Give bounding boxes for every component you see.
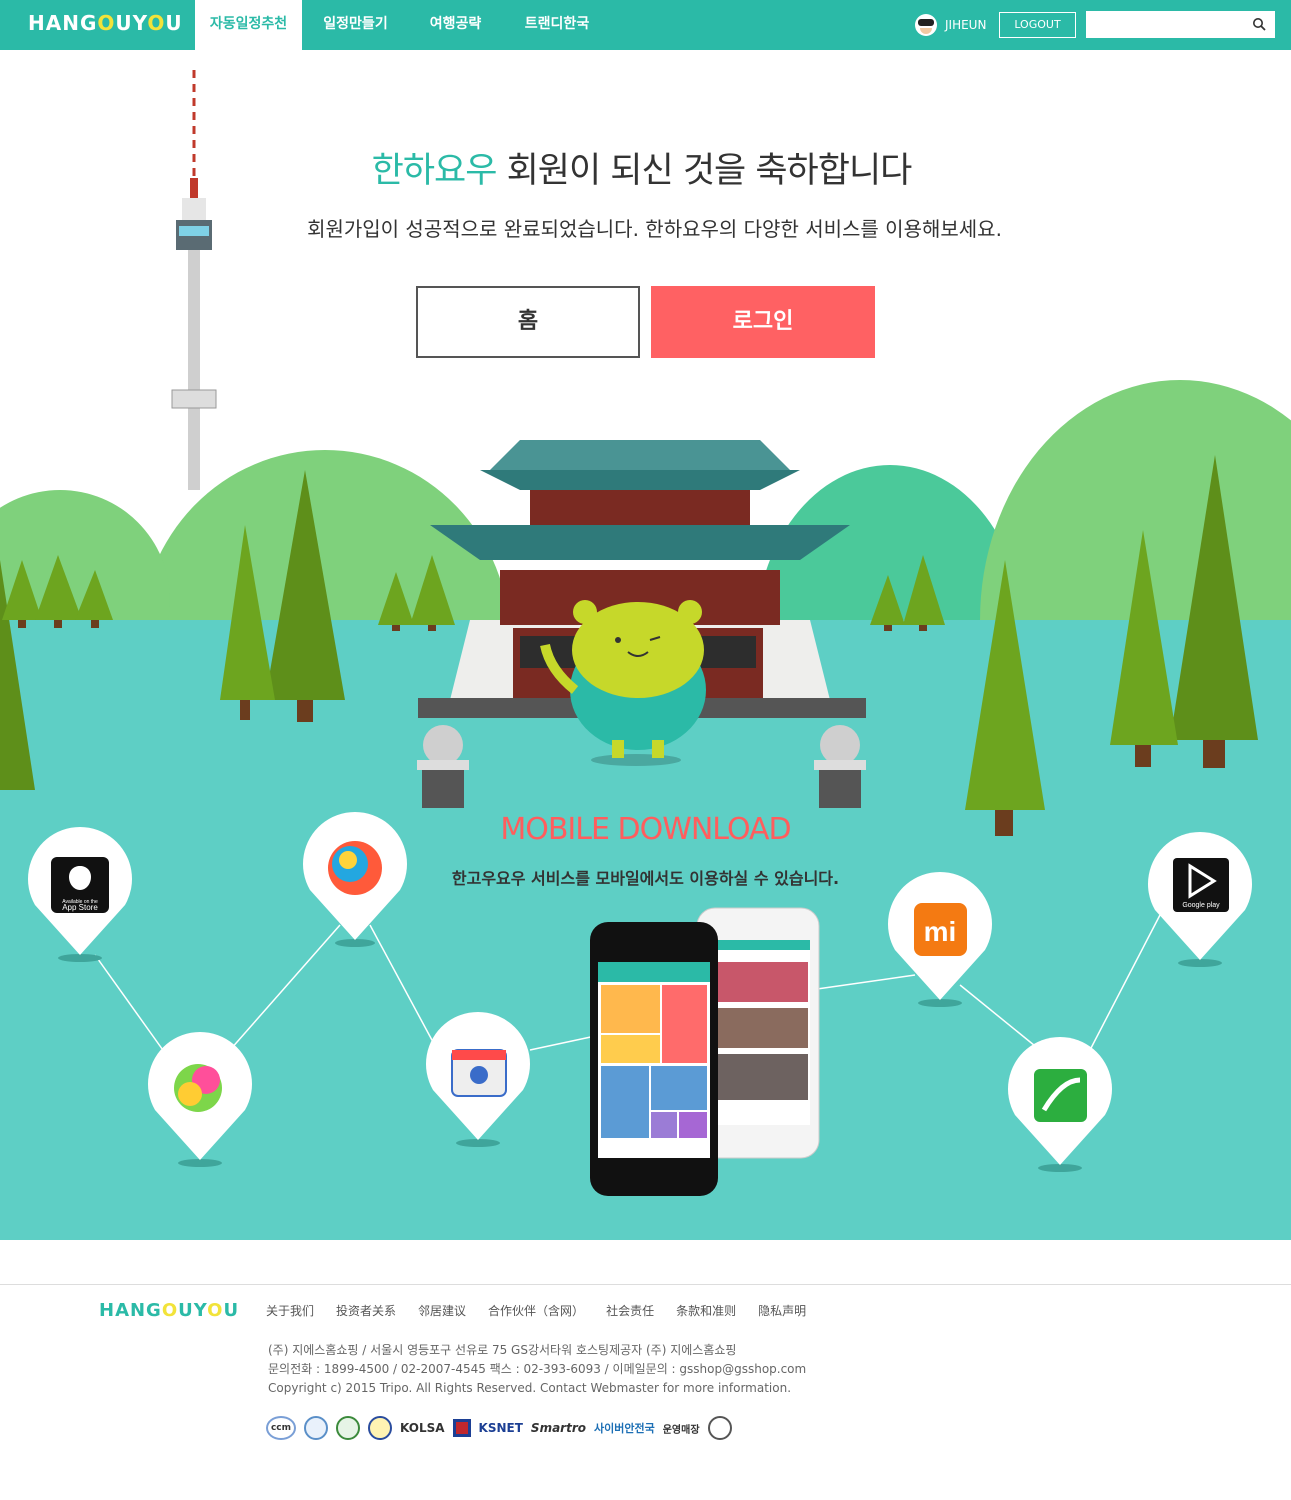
page-title: 한하요우 회원이 되신 것을 축하합니다 <box>0 142 1283 193</box>
certification-badges: ccm KOLSA KSNET Smartro 사이버안전국 운영매장 <box>266 1414 732 1442</box>
logo-text: UY <box>115 11 148 35</box>
username: JIHEUN <box>945 18 987 32</box>
logo-o: O <box>147 11 166 35</box>
footer-link-about[interactable]: 关于我们 <box>266 1302 314 1319</box>
ccm-badge: ccm <box>266 1416 296 1440</box>
site-logo[interactable]: HANGOUYOU <box>28 11 183 35</box>
logo-o: O <box>161 1300 179 1321</box>
title-rest: 회원이 되신 것을 축하합니다 <box>496 151 913 191</box>
footer-contact: 문의전화 : 1899-4500 / 02-2007-4545 팩스 : 02-… <box>268 1362 807 1376</box>
svg-text:Google play: Google play <box>1182 902 1220 909</box>
logo-text: HANG <box>99 1300 162 1321</box>
logo-text: U <box>223 1300 240 1321</box>
logo-text: U <box>165 11 183 35</box>
kolsa-badge: KOLSA <box>400 1421 445 1435</box>
page-subtitle: 회원가입이 성공적으로 완료되었습니다. 한하요우의 다양한 서비스를 이용해보… <box>307 217 1002 241</box>
footer-divider <box>0 1284 1291 1285</box>
nav-item-auto-schedule[interactable]: 자동일정추천 <box>195 0 302 50</box>
home-button[interactable]: 홈 <box>416 286 640 358</box>
smartro-badge: Smartro <box>530 1421 586 1435</box>
logout-button[interactable]: LOGOUT <box>999 12 1076 38</box>
mobile-download-subtitle: 한고우요우 서비스를 모바일에서도 이용하실 수 있습니다. <box>451 869 840 888</box>
footer-link-terms[interactable]: 条款和准则 <box>676 1302 736 1319</box>
footer-logo[interactable]: HANGOUYOU <box>99 1300 239 1321</box>
seal-badge <box>368 1416 392 1440</box>
seal-badge <box>707 1416 732 1440</box>
footer-address: (주) 지에스홈쇼핑 / 서울시 영등포구 선유로 75 GS강서타워 호스팅제… <box>268 1343 737 1357</box>
search-icon[interactable] <box>1252 17 1266 31</box>
flag-badge <box>452 1419 471 1437</box>
footer-link-partners[interactable]: 合作伙伴（含网） <box>488 1302 584 1319</box>
svg-text:mi: mi <box>924 916 957 947</box>
avatar[interactable] <box>915 14 937 36</box>
logo-text: UY <box>178 1300 208 1321</box>
footer-link-suggestions[interactable]: 邻居建议 <box>418 1302 466 1319</box>
top-header: HANGOUYOU 자동일정추천 일정만들기 여행공략 트랜디한국 JIHEUN… <box>0 0 1291 50</box>
main-nav: 자동일정추천 일정만들기 여행공략 트랜디한국 <box>195 0 612 50</box>
nav-item-trendy-korea[interactable]: 트랜디한국 <box>502 0 612 50</box>
footer-info: (주) 지에스홈쇼핑 / 서울시 영등포구 선유로 75 GS강서타워 호스팅제… <box>268 1341 806 1398</box>
logo-o: O <box>207 1300 224 1321</box>
seal-badge <box>304 1416 328 1440</box>
cyber-safety-badge: 사이버안전국 <box>593 1422 655 1435</box>
logo-o: O <box>97 11 116 35</box>
user-info[interactable]: JIHEUN <box>915 14 986 36</box>
footer-copyright: Copyright c) 2015 Tripo. All Rights Rese… <box>268 1381 792 1395</box>
nav-item-make-schedule[interactable]: 일정만들기 <box>302 0 409 50</box>
mobile-download-title: MOBILE DOWNLOAD <box>500 812 791 847</box>
footer-links: 关于我们 投资者关系 邻居建议 合作伙伴（含网） 社会责任 条款和准则 隐私声明 <box>266 1302 828 1319</box>
phone-mockups <box>590 907 820 1196</box>
ksnet-badge: KSNET <box>478 1421 523 1435</box>
footer-link-privacy[interactable]: 隐私声明 <box>758 1302 806 1319</box>
footer-link-responsibility[interactable]: 社会责任 <box>606 1302 654 1319</box>
svg-text:App Store: App Store <box>62 903 98 912</box>
logo-text: HANG <box>28 11 98 35</box>
brand-name: 한하요우 <box>371 151 498 191</box>
seal-badge <box>336 1416 360 1440</box>
search-input[interactable] <box>1086 11 1275 38</box>
store-badge: 운영매장 <box>662 1424 700 1436</box>
namsan-tower-illustration <box>171 70 217 490</box>
footer-link-investors[interactable]: 投资者关系 <box>336 1302 396 1319</box>
login-button[interactable]: 로그인 <box>651 286 875 358</box>
nav-item-travel-guide[interactable]: 여행공략 <box>409 0 502 50</box>
